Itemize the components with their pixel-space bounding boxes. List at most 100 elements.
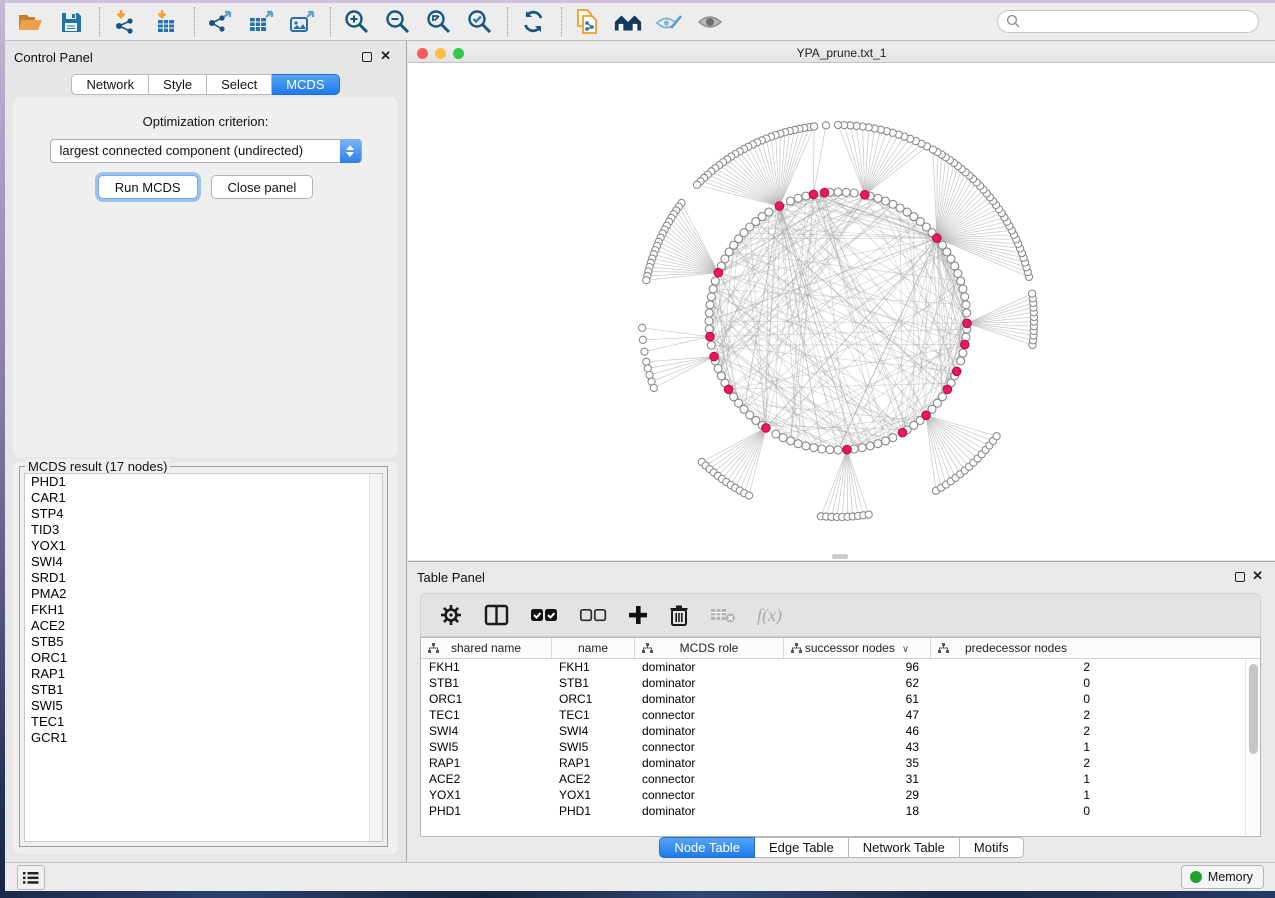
tab-network-table[interactable]: Network Table <box>849 837 960 858</box>
tree-icon <box>428 643 439 654</box>
cell: ACE2 <box>421 771 551 787</box>
zoom-selected-icon[interactable] <box>464 8 494 36</box>
list-item[interactable]: SWI4 <box>25 554 382 570</box>
list-item[interactable]: STP4 <box>25 506 382 522</box>
first-neighbors-icon[interactable] <box>613 8 643 36</box>
deselect-all-icon[interactable] <box>579 601 607 629</box>
cell: connector <box>634 787 783 803</box>
list-item[interactable]: PMA2 <box>25 586 382 602</box>
export-network-icon[interactable] <box>205 8 235 36</box>
run-mcds-button[interactable]: Run MCDS <box>98 175 198 199</box>
table-row[interactable]: FKH1FKH1dominator962 <box>421 659 1260 675</box>
close-icon[interactable]: ✕ <box>1252 571 1263 581</box>
memory-button[interactable]: Memory <box>1181 865 1264 889</box>
list-item[interactable]: RAP1 <box>25 666 382 682</box>
list-item[interactable]: ORC1 <box>25 650 382 666</box>
tab-node-table[interactable]: Node Table <box>659 837 755 858</box>
column-header-predecessor-nodes[interactable]: predecessor nodes <box>930 638 1101 658</box>
list-item[interactable]: SWI5 <box>25 698 382 714</box>
list-item[interactable]: PHD1 <box>25 474 382 490</box>
network-window-titlebar[interactable]: YPA_prune.txt_1 <box>408 44 1275 63</box>
cell: SWI4 <box>421 723 551 739</box>
list-item[interactable]: SRD1 <box>25 570 382 586</box>
table-scrollbar-thumb[interactable] <box>1249 664 1258 754</box>
list-item[interactable]: YOX1 <box>25 538 382 554</box>
sort-desc-icon[interactable]: ∨ <box>902 644 909 655</box>
search-box[interactable] <box>997 10 1259 33</box>
traffic-light-zoom-icon[interactable] <box>453 48 464 59</box>
table-scrollbar[interactable] <box>1245 660 1260 835</box>
tree-icon <box>791 643 802 654</box>
list-item[interactable]: STB1 <box>25 682 382 698</box>
list-item[interactable]: CAR1 <box>25 490 382 506</box>
tab-mcds[interactable]: MCDS <box>272 74 339 95</box>
column-label: shared name <box>451 641 521 655</box>
float-window-icon[interactable] <box>362 52 372 62</box>
criterion-dropdown[interactable]: largest connected component (undirected) <box>50 139 362 163</box>
traffic-light-minimize-icon[interactable] <box>435 48 446 59</box>
network-graph[interactable] <box>408 63 1275 560</box>
export-table-icon[interactable] <box>246 8 276 36</box>
search-input[interactable] <box>1021 12 1258 31</box>
table-row[interactable]: ORC1ORC1dominator610 <box>421 691 1260 707</box>
mcds-list-scrollbar[interactable] <box>369 474 382 841</box>
add-column-icon[interactable] <box>628 601 648 629</box>
close-icon[interactable]: ✕ <box>380 51 391 61</box>
table-row[interactable]: YOX1YOX1connector291 <box>421 787 1260 803</box>
canvas-scrollbar-thumb[interactable] <box>832 554 848 559</box>
table-row[interactable]: STB1STB1dominator620 <box>421 675 1260 691</box>
list-item[interactable]: TID3 <box>25 522 382 538</box>
refresh-view-icon[interactable] <box>518 8 548 36</box>
delete-column-icon[interactable] <box>669 601 689 629</box>
tab-style[interactable]: Style <box>149 74 207 95</box>
table-row[interactable]: ACE2ACE2connector311 <box>421 771 1260 787</box>
zoom-fit-icon[interactable] <box>423 8 453 36</box>
toolbar-separator <box>99 7 100 37</box>
close-panel-button[interactable]: Close panel <box>211 175 314 199</box>
column-header-successor-nodes[interactable]: successor nodes∨ <box>783 638 930 658</box>
table-row[interactable]: RAP1RAP1dominator352 <box>421 755 1260 771</box>
duplicate-network-icon[interactable] <box>572 8 602 36</box>
zoom-in-icon[interactable] <box>341 8 371 36</box>
tab-motifs[interactable]: Motifs <box>960 837 1024 858</box>
network-canvas[interactable] <box>408 63 1275 560</box>
import-table-icon[interactable] <box>151 8 181 36</box>
open-session-icon[interactable] <box>15 8 45 36</box>
list-item[interactable]: FKH1 <box>25 602 382 618</box>
table-row[interactable]: TEC1TEC1connector472 <box>421 707 1260 723</box>
table-row[interactable]: SWI5SWI5connector431 <box>421 739 1260 755</box>
table-row[interactable]: SWI4SWI4dominator462 <box>421 723 1260 739</box>
toolbar-separator <box>330 7 331 37</box>
search-icon <box>1006 14 1021 29</box>
list-menu-icon <box>23 871 39 885</box>
split-panel-icon[interactable] <box>484 601 509 629</box>
zoom-out-icon[interactable] <box>382 8 412 36</box>
column-header-MCDS-role[interactable]: MCDS role <box>634 638 783 658</box>
mcds-result-list[interactable]: PHD1CAR1STP4TID3YOX1SWI4SRD1PMA2FKH1ACE2… <box>24 473 383 842</box>
hide-selected-icon[interactable] <box>654 8 684 36</box>
settings-gear-icon[interactable] <box>439 601 463 629</box>
export-image-icon[interactable] <box>287 8 317 36</box>
list-item[interactable]: STB5 <box>25 634 382 650</box>
list-item[interactable]: GCR1 <box>25 730 382 746</box>
panel-menu-button[interactable] <box>17 865 45 890</box>
table-panel: Table Panel ✕ f(x) shared namenameMCDS r… <box>408 561 1275 862</box>
select-all-icon[interactable] <box>530 601 558 629</box>
tab-select[interactable]: Select <box>207 74 272 95</box>
table-row[interactable]: PHD1PHD1dominator180 <box>421 803 1260 819</box>
tab-network[interactable]: Network <box>71 74 149 95</box>
traffic-light-close-icon[interactable] <box>417 48 428 59</box>
save-session-icon[interactable] <box>56 8 86 36</box>
column-header-shared-name[interactable]: shared name <box>421 638 551 658</box>
cell: 46 <box>783 723 930 739</box>
list-item[interactable]: TEC1 <box>25 714 382 730</box>
tab-edge-table[interactable]: Edge Table <box>755 837 849 858</box>
show-all-icon[interactable] <box>695 8 725 36</box>
float-window-icon[interactable] <box>1235 572 1245 582</box>
list-item[interactable]: ACE2 <box>25 618 382 634</box>
table-tabbar: Node TableEdge TableNetwork TableMotifs <box>408 837 1275 858</box>
cell: 35 <box>783 755 930 771</box>
cell: TEC1 <box>421 707 551 723</box>
import-network-icon[interactable] <box>110 8 140 36</box>
column-header-name[interactable]: name <box>551 638 634 658</box>
